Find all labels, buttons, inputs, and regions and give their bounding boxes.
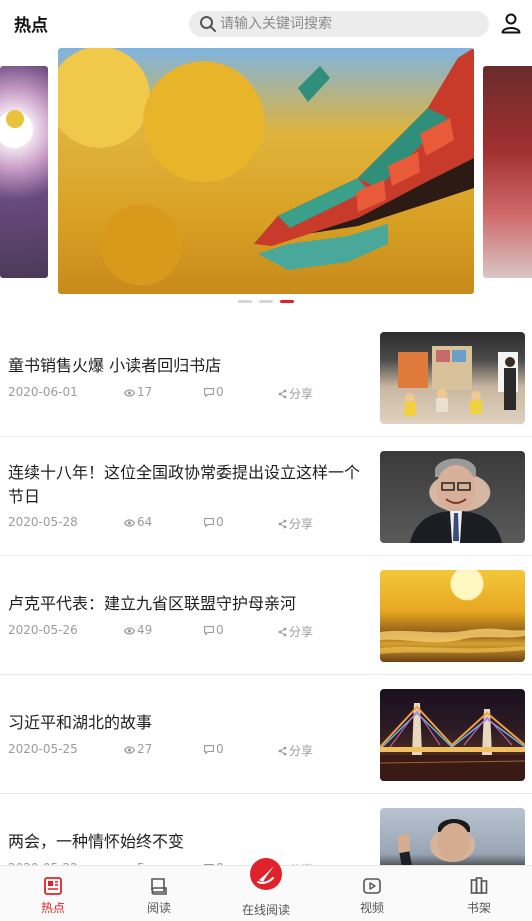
news-meta: 2020-05-28 64 0 分享	[8, 515, 368, 531]
bridge-night-photo[interactable]	[380, 689, 525, 781]
view-count-value: 64	[137, 515, 153, 529]
page-title: 热点	[14, 16, 48, 36]
carousel-slide-prev[interactable]	[0, 66, 48, 278]
news-title[interactable]: 卢克平代表：建立九省区联盟守护母亲河	[8, 592, 368, 616]
news-meta: 2020-06-01 17 0 分享	[8, 385, 368, 401]
comment-count[interactable]: 0	[204, 515, 224, 529]
thumb-illustration	[398, 346, 518, 416]
banner-carousel[interactable]	[0, 48, 532, 310]
share-button[interactable]: 分享	[278, 623, 313, 640]
carousel-slide-next[interactable]	[483, 66, 532, 278]
comment-icon	[204, 518, 214, 527]
news-item[interactable]: 童书销售火爆 小读者回归书店 2020-06-01 17 0 分享	[0, 318, 532, 437]
news-date: 2020-05-25	[8, 742, 78, 756]
book-icon	[151, 878, 167, 895]
top-header: 热点	[0, 0, 532, 46]
comment-icon	[204, 745, 214, 754]
comment-icon	[204, 626, 214, 635]
news-item[interactable]: 卢克平代表：建立九省区联盟守护母亲河 2020-05-26 49 0 分享	[0, 556, 532, 675]
comment-count[interactable]: 0	[204, 742, 224, 756]
view-count-value: 27	[137, 742, 153, 756]
bookshelf-icon	[470, 877, 488, 894]
pavilion-roof-image	[254, 48, 474, 270]
comment-count[interactable]: 0	[204, 385, 224, 399]
tab-label: 阅读	[146, 901, 171, 915]
thumb-illustration	[380, 628, 525, 654]
view-count: 49	[124, 623, 152, 637]
carousel-dot[interactable]	[238, 300, 252, 303]
children-reading-photo[interactable]	[380, 332, 525, 424]
search-icon[interactable]	[199, 15, 217, 33]
carousel-dot-active[interactable]	[280, 300, 294, 303]
carousel-indicator	[0, 300, 532, 306]
share-icon	[278, 627, 287, 637]
comment-count-value: 0	[216, 515, 224, 529]
comment-count-value: 0	[216, 385, 224, 399]
search-bar[interactable]	[189, 11, 489, 37]
news-date: 2020-05-26	[8, 623, 78, 637]
news-date: 2020-05-28	[8, 515, 78, 529]
tab-video[interactable]: 视频	[319, 866, 425, 921]
news-title[interactable]: 两会，一种情怀始终不变	[8, 830, 368, 854]
comment-count-value: 0	[216, 623, 224, 637]
search-input[interactable]	[220, 14, 480, 34]
share-icon	[278, 746, 287, 756]
eye-icon	[124, 746, 135, 754]
news-meta: 2020-05-26 49 0 分享	[8, 623, 368, 639]
news-item[interactable]: 习近平和湖北的故事 2020-05-25 27 0 分享	[0, 675, 532, 794]
brand-logo-icon	[250, 858, 282, 890]
tab-label: 书架	[466, 901, 491, 915]
bottom-tab-bar: 热点 阅读 在线阅读 视频 书架	[0, 858, 532, 921]
play-video-icon	[363, 878, 381, 894]
carousel-slide-current[interactable]	[58, 48, 474, 294]
tab-label: 热点	[40, 901, 65, 915]
share-button[interactable]: 分享	[278, 742, 313, 759]
user-icon[interactable]	[500, 12, 522, 34]
yellow-river-photo[interactable]	[380, 570, 525, 662]
view-count: 27	[124, 742, 152, 756]
view-count: 17	[124, 385, 152, 399]
portrait-photo[interactable]	[380, 451, 525, 543]
view-count-value: 49	[137, 623, 153, 637]
newspaper-icon	[44, 877, 62, 895]
tab-online-reading[interactable]: 在线阅读	[213, 858, 319, 921]
comment-icon	[204, 388, 214, 397]
eye-icon	[124, 519, 135, 527]
news-title[interactable]: 连续十八年！这位全国政协常委提出设立这样一个节日	[8, 461, 368, 509]
share-button[interactable]: 分享	[278, 385, 313, 402]
news-title[interactable]: 童书销售火爆 小读者回归书店	[8, 354, 368, 378]
news-title[interactable]: 习近平和湖北的故事	[8, 711, 368, 735]
carousel-dot[interactable]	[259, 300, 273, 303]
brand-logo-mark	[257, 866, 274, 884]
share-icon	[278, 519, 287, 529]
flower-center	[6, 110, 24, 128]
view-count-value: 17	[137, 385, 153, 399]
comment-count-value: 0	[216, 742, 224, 756]
tab-hot[interactable]: 热点	[0, 866, 106, 921]
share-label: 分享	[289, 387, 314, 401]
share-label: 分享	[289, 625, 314, 639]
tab-label: 在线阅读	[241, 903, 290, 917]
view-count: 64	[124, 515, 152, 529]
eye-icon	[124, 389, 135, 397]
tab-label: 视频	[359, 901, 384, 915]
thumb-illustration	[380, 703, 525, 781]
share-label: 分享	[289, 744, 314, 758]
eye-icon	[124, 627, 135, 635]
news-item[interactable]: 连续十八年！这位全国政协常委提出设立这样一个节日 2020-05-28 64 0…	[0, 437, 532, 556]
tab-read[interactable]: 阅读	[106, 866, 212, 921]
news-date: 2020-06-01	[8, 385, 78, 399]
comment-count[interactable]: 0	[204, 623, 224, 637]
share-icon	[278, 389, 287, 399]
thumb-illustration	[410, 458, 502, 543]
tab-bookshelf[interactable]: 书架	[426, 866, 532, 921]
share-button[interactable]: 分享	[278, 515, 313, 532]
share-label: 分享	[289, 517, 314, 531]
news-meta: 2020-05-25 27 0 分享	[8, 742, 368, 758]
